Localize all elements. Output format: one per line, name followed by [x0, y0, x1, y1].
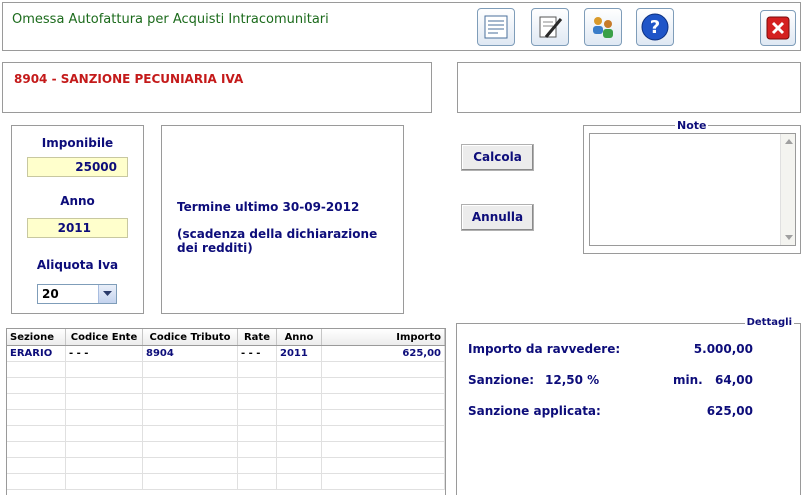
svg-text:?: ?	[650, 17, 660, 38]
column-header-importo[interactable]: Importo	[321, 329, 445, 346]
tax-code-panel: 8904 - SANZIONE PECUNIARIA IVA	[2, 62, 432, 113]
users-icon[interactable]	[584, 8, 622, 46]
column-header-anno[interactable]: Anno	[276, 329, 322, 346]
sanzione-label: Sanzione:	[468, 373, 535, 387]
sanzione-min-label: min.	[673, 373, 703, 387]
table-row	[7, 361, 445, 378]
calcola-button[interactable]: Calcola	[461, 144, 534, 171]
column-header-sezione[interactable]: Sezione	[7, 329, 66, 346]
aliquota-select[interactable]: 20	[37, 284, 117, 304]
sanzione-min-value: 64,00	[715, 373, 753, 387]
scroll-up-icon[interactable]	[782, 135, 795, 148]
aliquota-selected-value: 20	[42, 287, 59, 301]
inputs-panel: Imponibile 25000 Anno 2011 Aliquota Iva …	[11, 125, 144, 314]
cell-importo: 625,00	[321, 345, 445, 362]
table-header-row: Sezione Codice Ente Codice Tributo Rate …	[7, 329, 445, 346]
table-row	[7, 409, 445, 426]
imponibile-input[interactable]: 25000	[27, 157, 128, 177]
sanzione-applicata-value: 625,00	[706, 404, 753, 418]
importo-ravvedere-label: Importo da ravvedere:	[468, 342, 621, 356]
note-textarea[interactable]	[589, 133, 796, 246]
anno-label: Anno	[60, 194, 95, 208]
close-icon[interactable]	[760, 10, 796, 46]
column-header-codice-tributo[interactable]: Codice Tributo	[142, 329, 238, 346]
secondary-panel	[457, 62, 801, 113]
deadline-panel: Termine ultimo 30-09-2012 (scadenza dell…	[161, 125, 404, 314]
table-row	[7, 425, 445, 442]
note-fieldset: Note	[583, 119, 801, 254]
cell-codice-ente: - - -	[65, 345, 143, 362]
table-row	[7, 457, 445, 474]
sanzione-percent: 12,50 %	[545, 373, 600, 387]
help-icon[interactable]: ?	[636, 8, 674, 46]
tributi-table: Sezione Codice Ente Codice Tributo Rate …	[7, 329, 445, 490]
document-icon[interactable]	[477, 8, 515, 46]
cell-rate: - - -	[237, 345, 277, 362]
sanzione-applicata-label: Sanzione applicata:	[468, 404, 601, 418]
importo-ravvedere-value: 5.000,00	[693, 342, 753, 356]
cell-codice-tributo: 8904	[142, 345, 238, 362]
column-header-rate[interactable]: Rate	[237, 329, 277, 346]
deadline-note: (scadenza della dichiarazione dei reddit…	[177, 227, 378, 255]
scroll-down-icon[interactable]	[782, 231, 795, 244]
imponibile-label: Imponibile	[41, 136, 114, 150]
table-row[interactable]: ERARIO - - - 8904 - - - 2011 625,00	[7, 345, 445, 362]
note-legend: Note	[675, 119, 709, 132]
column-header-codice-ente[interactable]: Codice Ente	[65, 329, 143, 346]
cell-anno: 2011	[276, 345, 322, 362]
deadline-text: Termine ultimo 30-09-2012	[177, 200, 360, 214]
cell-sezione: ERARIO	[7, 345, 66, 362]
table-row	[7, 473, 445, 490]
dettagli-legend: Dettagli	[744, 317, 794, 328]
note-scrollbar[interactable]	[780, 134, 795, 245]
tributi-table-panel: Sezione Codice Ente Codice Tributo Rate …	[6, 328, 446, 495]
edit-icon[interactable]	[531, 8, 569, 46]
table-row	[7, 377, 445, 394]
window-title: Omessa Autofattura per Acquisti Intracom…	[12, 12, 329, 27]
anno-input[interactable]: 2011	[27, 218, 128, 238]
aliquota-label: Aliquota Iva	[36, 258, 119, 272]
dettagli-fieldset: Dettagli Importo da ravvedere: 5.000,00 …	[456, 317, 801, 495]
annulla-button[interactable]: Annulla	[461, 204, 534, 231]
tax-code-label: 8904 - SANZIONE PECUNIARIA IVA	[14, 72, 244, 86]
header-panel: Omessa Autofattura per Acquisti Intracom…	[2, 2, 801, 51]
chevron-down-icon[interactable]	[98, 285, 116, 303]
table-row	[7, 393, 445, 410]
table-row	[7, 441, 445, 458]
